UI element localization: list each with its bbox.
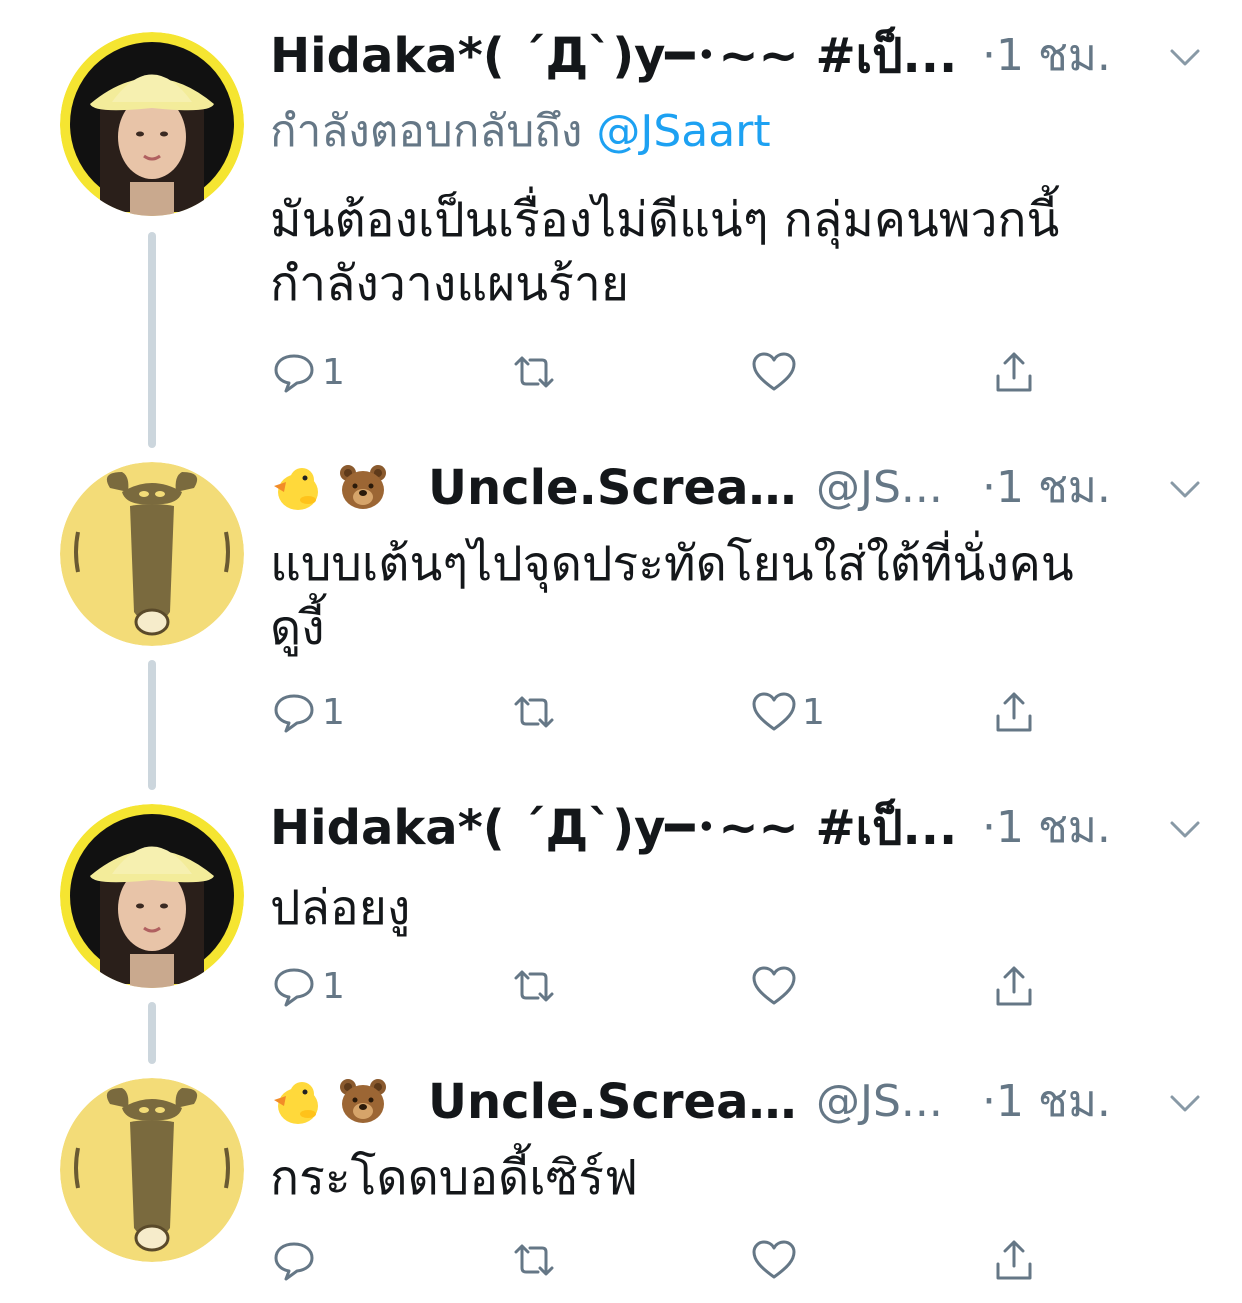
chevron-down-icon[interactable] <box>1168 472 1202 506</box>
heart-icon <box>752 352 796 391</box>
display-name[interactable]: Hidaka*( ´Д`)y━･~~ #เป็... <box>270 26 960 86</box>
reply-count: 1 <box>322 691 345 733</box>
reply-icon <box>274 1242 314 1281</box>
tweet-actions: 1 <box>270 344 1070 400</box>
retweet-button[interactable] <box>510 344 562 400</box>
share-icon <box>996 966 1032 1006</box>
tweet-text-line: กระโดดบอดี้เซิร์ฟ <box>270 1150 638 1206</box>
share-button[interactable] <box>990 958 1038 1014</box>
reply-icon <box>274 968 314 1007</box>
like-button[interactable] <box>750 344 802 400</box>
avatar[interactable] <box>60 462 244 646</box>
reply-button[interactable] <box>270 1232 322 1288</box>
tweet-text-line: ปล่อยงู <box>270 880 411 936</box>
timestamp[interactable]: ·1 ชม. <box>982 798 1111 858</box>
name-emojis <box>270 462 399 514</box>
tweet-text-line: กำลังวางแผนร้าย <box>270 256 629 312</box>
avatar[interactable] <box>60 1078 244 1262</box>
reply-button[interactable]: 1 <box>270 958 345 1014</box>
tweet-text-line: แบบเต้นๆไปจุดประทัดโยนใส่ใต้ที่นั่งคน <box>270 536 1074 592</box>
chick-emoji <box>274 468 318 510</box>
thread-line <box>148 1002 156 1064</box>
reply-icon <box>274 694 314 733</box>
avatar[interactable] <box>60 32 244 216</box>
chevron-down-icon[interactable] <box>1168 812 1202 846</box>
avatar[interactable] <box>60 804 244 988</box>
display-name[interactable]: Uncle.Scream. <box>428 1072 808 1132</box>
like-count: 1 <box>802 691 825 733</box>
heart-icon <box>752 692 796 731</box>
thread-line <box>148 660 156 790</box>
like-button[interactable] <box>750 958 802 1014</box>
timestamp[interactable]: ·1 ชม. <box>982 26 1111 86</box>
chevron-down-icon[interactable] <box>1168 40 1202 74</box>
like-button[interactable] <box>750 1232 802 1288</box>
tweet-text: กระโดดบอดี้เซิร์ฟ <box>270 1146 1170 1210</box>
retweet-icon <box>514 970 554 1002</box>
reply-count: 1 <box>322 965 345 1007</box>
tweet-text-line: ดูงี้ <box>270 600 325 656</box>
share-icon <box>996 692 1032 732</box>
chevron-down-icon[interactable] <box>1168 1086 1202 1120</box>
like-button[interactable]: 1 <box>750 684 825 740</box>
tweet-actions: 1 <box>270 958 1070 1014</box>
mention-link[interactable]: @JSaart <box>596 106 770 157</box>
retweet-icon <box>514 696 554 728</box>
bear-emoji <box>340 465 387 509</box>
user-handle[interactable]: @JS... <box>816 1072 966 1132</box>
retweet-icon <box>514 356 554 388</box>
share-icon <box>996 1240 1032 1280</box>
bear-emoji <box>340 1079 387 1123</box>
tweet-text-line: มันต้องเป็นเรื่องไม่ดีแน่ๆ กลุ่มคนพวกนี้ <box>270 192 1060 248</box>
heart-icon <box>752 966 796 1005</box>
reply-count: 1 <box>322 351 345 393</box>
timestamp[interactable]: ·1 ชม. <box>982 1072 1111 1132</box>
replying-to: กำลังตอบกลับถึง @JSaart <box>270 104 771 160</box>
reply-button[interactable]: 1 <box>270 344 345 400</box>
tweet-actions: 1 1 <box>270 684 1070 740</box>
chick-emoji <box>274 1082 318 1124</box>
replying-to-label: กำลังตอบกลับถึง <box>270 106 583 157</box>
tweet-text: แบบเต้นๆไปจุดประทัดโยนใส่ใต้ที่นั่งคน ดู… <box>270 532 1170 660</box>
reply-button[interactable]: 1 <box>270 684 345 740</box>
user-handle[interactable]: @JS... <box>816 458 966 518</box>
share-icon <box>996 352 1032 392</box>
share-button[interactable] <box>990 1232 1038 1288</box>
heart-icon <box>752 1240 796 1279</box>
display-name[interactable]: Uncle.Scream. <box>428 458 808 518</box>
tweet-text: มันต้องเป็นเรื่องไม่ดีแน่ๆ กลุ่มคนพวกนี้… <box>270 188 1170 316</box>
thread-line <box>148 232 156 448</box>
tweet-actions <box>270 1232 1070 1288</box>
name-emojis <box>270 1076 399 1128</box>
retweet-button[interactable] <box>510 958 562 1014</box>
retweet-icon <box>514 1244 554 1276</box>
reply-icon <box>274 354 314 393</box>
share-button[interactable] <box>990 344 1038 400</box>
timestamp[interactable]: ·1 ชม. <box>982 458 1111 518</box>
tweet-text: ปล่อยงู <box>270 876 1170 940</box>
retweet-button[interactable] <box>510 1232 562 1288</box>
display-name[interactable]: Hidaka*( ´Д`)y━･~~ #เป็... <box>270 798 960 858</box>
share-button[interactable] <box>990 684 1038 740</box>
retweet-button[interactable] <box>510 684 562 740</box>
